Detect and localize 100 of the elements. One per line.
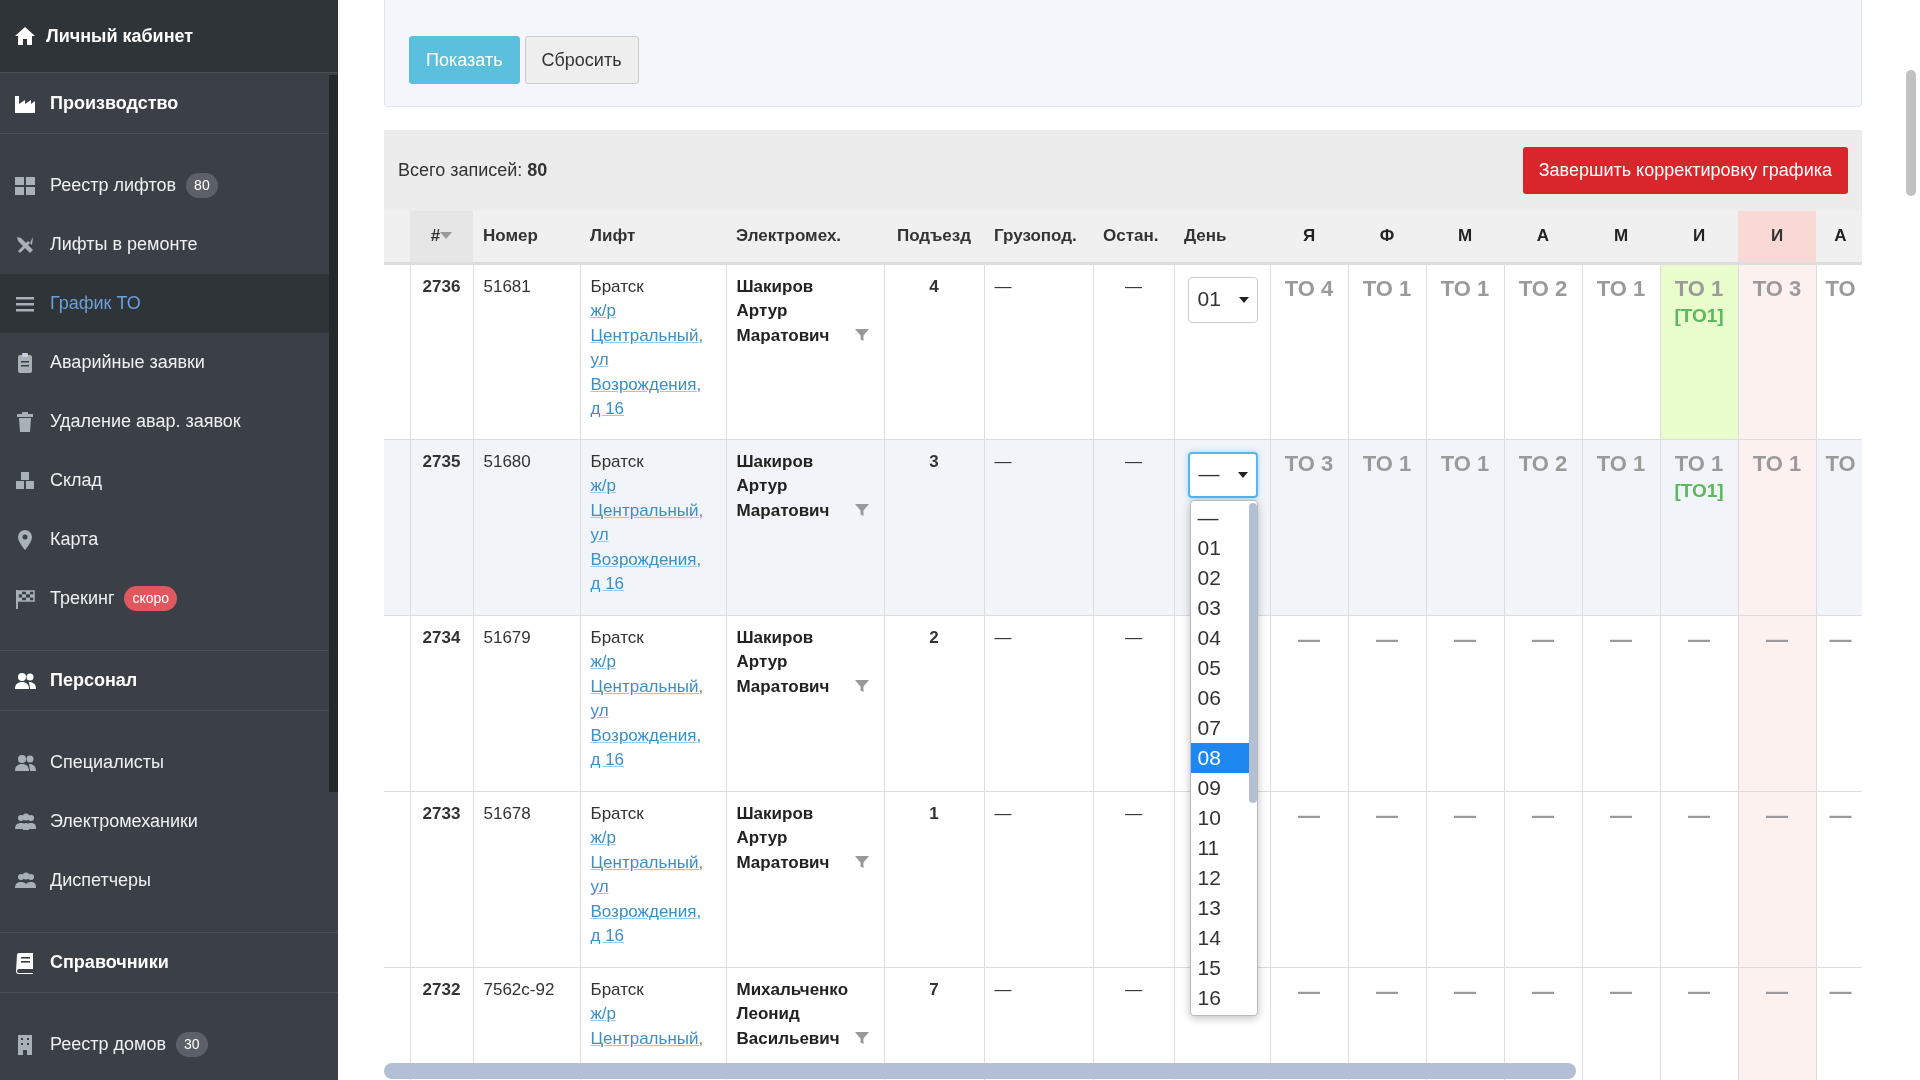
nav-item[interactable]: Электромеханики (0, 792, 329, 851)
column-header[interactable]: Номер (473, 211, 580, 263)
dropdown-option[interactable]: 09 (1190, 772, 1249, 803)
dropdown-option[interactable]: 13 (1190, 892, 1249, 923)
nav-item[interactable]: Удаление авар. заявок (0, 392, 329, 451)
caret-icon (1238, 296, 1249, 303)
dropdown-option[interactable]: 01 (1190, 532, 1249, 563)
dropdown-option[interactable]: 11 (1190, 832, 1249, 863)
address-link[interactable]: ж/р Центральный, ул Возрождения, д 16 (590, 826, 716, 949)
address-link[interactable]: ж/р Центральный, (590, 1002, 716, 1051)
address-link[interactable]: ж/р Центральный, ул Возрождения, д 16 (590, 299, 716, 422)
city-text: Братск (590, 978, 645, 1001)
sidebar-scrollbar[interactable] (329, 75, 338, 792)
home-icon (14, 26, 36, 46)
dropdown-option[interactable]: — (1190, 502, 1249, 533)
cubes-icon (14, 469, 36, 492)
month-header: А (1504, 211, 1582, 263)
table-cell: 3 (884, 439, 984, 615)
address-link[interactable]: ж/р Центральный, ул Возрождения, д 16 (590, 650, 716, 773)
dropdown-option[interactable]: 10 (1190, 802, 1249, 833)
mechanic-name: Шакиров Артур Маратович (736, 275, 831, 347)
dropdown-option[interactable]: 03 (1190, 592, 1249, 623)
plan-text: ТО 1 (1673, 449, 1725, 478)
column-header[interactable]: Лифт (580, 211, 726, 263)
nav-item[interactable]: Аварийные заявки (0, 333, 329, 392)
plan-text: — (1297, 977, 1321, 1006)
mechanic-name: Шакиров Артур Маратович (736, 450, 831, 522)
count-badge: 80 (186, 173, 218, 198)
month-header: Я (1270, 211, 1348, 263)
nav-item[interactable]: Склад (0, 451, 329, 510)
nav-item[interactable]: Реестр лифтов 80 (0, 156, 329, 215)
sidebar-title[interactable]: Личный кабинет (46, 22, 194, 50)
day-select[interactable]: — (1187, 451, 1258, 498)
book-icon (14, 951, 36, 974)
count-badge: 30 (175, 1032, 208, 1057)
table-cell: 51681 (473, 263, 580, 439)
fact-text: [ТО1] (1673, 303, 1725, 328)
caret-icon (1237, 471, 1248, 478)
filter-icon (854, 679, 869, 693)
nav-item[interactable]: Специалисты (0, 733, 329, 792)
page-scrollbar[interactable] (1906, 70, 1916, 196)
column-header[interactable]: Грузопод. (984, 211, 1093, 263)
section-header[interactable]: Производство (50, 89, 179, 117)
plan-text: ТО (1824, 274, 1857, 303)
plan-text: ТО 4 (1283, 274, 1335, 303)
dropdown-option[interactable]: 06 (1190, 682, 1249, 713)
dropdown-option[interactable]: 12 (1190, 862, 1249, 893)
plan-text: ТО 1 (1751, 449, 1803, 478)
column-header[interactable]: Подъезд (884, 211, 984, 263)
day-select[interactable]: 01 (1187, 276, 1258, 323)
dropdown-option[interactable]: 15 (1190, 952, 1249, 983)
reset-button[interactable]: Сбросить (524, 36, 639, 84)
column-header[interactable]: # (430, 224, 441, 249)
dropdown-option[interactable]: 08 (1190, 742, 1249, 773)
plan-text: — (1297, 801, 1321, 830)
dropdown-option[interactable]: 14 (1190, 922, 1249, 953)
grid-icon (14, 174, 36, 197)
plan-text: — (1828, 625, 1853, 654)
filter-icon (854, 328, 869, 342)
nav-item[interactable]: Лифты в ремонте (0, 215, 329, 274)
dropdown-option[interactable]: 16 (1190, 982, 1249, 1013)
plan-text: — (1531, 977, 1555, 1006)
plan-text: ТО 2 (1517, 449, 1569, 478)
horizontal-scrollbar[interactable] (384, 1063, 1576, 1079)
table-cell: — (984, 791, 1093, 967)
column-header[interactable]: День (1174, 211, 1270, 263)
plan-text: — (1453, 801, 1477, 830)
plan-text: ТО 3 (1751, 274, 1803, 303)
city-text: Братск (590, 626, 645, 649)
month-header: И (1660, 211, 1738, 263)
plan-text: ТО 2 (1517, 274, 1569, 303)
column-header[interactable]: Электромех. (726, 211, 884, 263)
plan-text: ТО 1 (1595, 274, 1647, 303)
section-header[interactable]: Персонал (50, 667, 138, 694)
dropdown-option[interactable]: 07 (1190, 712, 1249, 743)
table-cell: 51680 (473, 439, 580, 615)
mechanic-name: Шакиров Артур Маратович (736, 802, 831, 874)
plan-text: ТО (1824, 449, 1857, 478)
dropdown-option[interactable]: 02 (1190, 562, 1249, 593)
table-cell: 4 (884, 263, 984, 439)
column-header[interactable]: Остан. (1093, 211, 1174, 263)
dropdown-option[interactable]: 05 (1190, 652, 1249, 683)
nav-item[interactable]: Реестр домов 30 (0, 1015, 329, 1074)
nav-item[interactable]: График ТО (0, 274, 329, 333)
list-scrollbar[interactable] (1248, 502, 1257, 803)
sort-icon (440, 232, 453, 241)
nav-item[interactable]: Трекинг скоро (0, 569, 329, 628)
nav-item[interactable]: Диспетчеры (0, 851, 329, 910)
plan-text: — (1297, 625, 1321, 654)
table-cell: 2736 (410, 263, 473, 439)
finish-button[interactable]: Завершить корректировку графика (1522, 147, 1848, 194)
plan-text: — (1609, 801, 1633, 830)
dropdown-option[interactable]: 04 (1190, 622, 1249, 653)
mechanic-name: Михальченко Леонид Васильевич (736, 978, 849, 1050)
plan-text: ТО 1 (1361, 449, 1413, 478)
section-header[interactable]: Справочники (50, 949, 169, 976)
filter-icon (854, 503, 869, 517)
trash-icon (14, 410, 36, 433)
nav-item[interactable]: Карта (0, 510, 329, 569)
plan-text: ТО 1 (1361, 274, 1413, 303)
